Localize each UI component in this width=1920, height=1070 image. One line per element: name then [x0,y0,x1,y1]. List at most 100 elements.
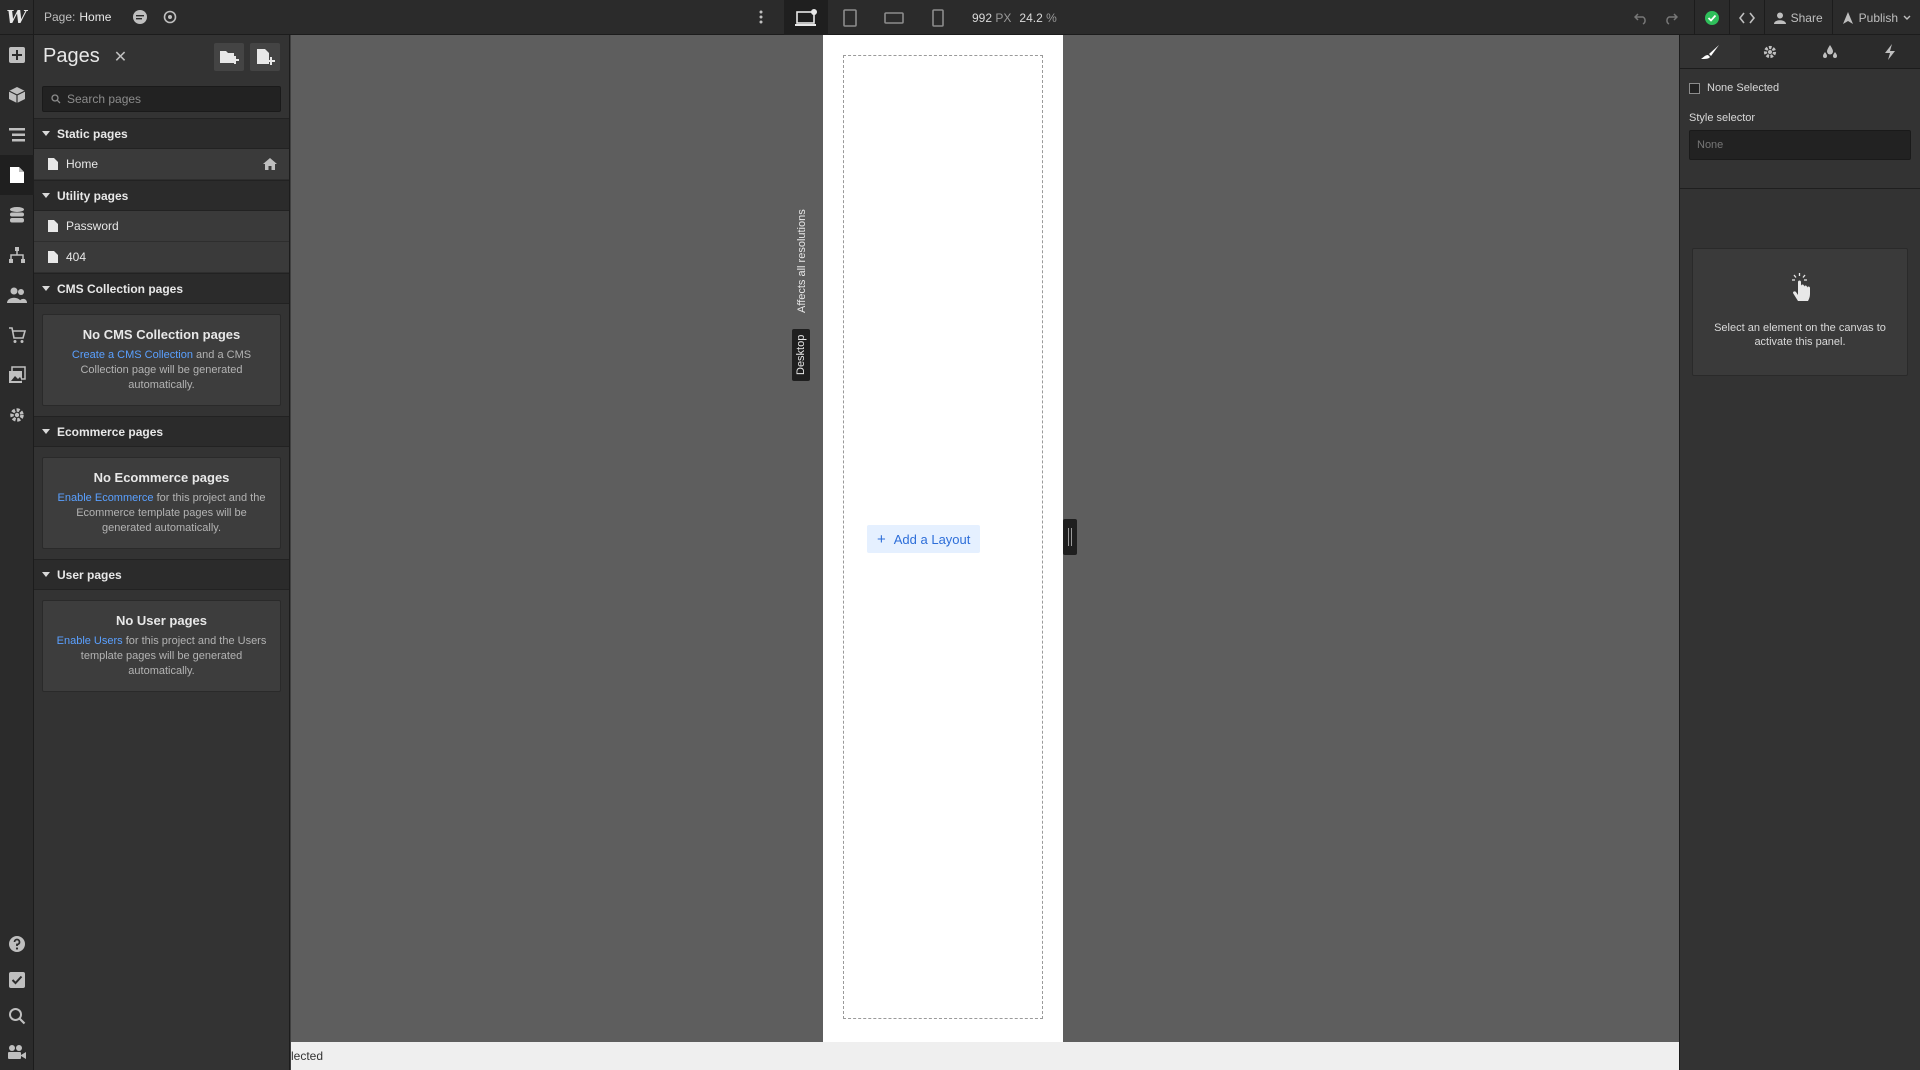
add-folder-icon [220,50,239,64]
style-selector-value: None [1697,139,1724,151]
desktop-breakpoint-label: Desktop [792,328,810,381]
undo-icon[interactable] [1626,0,1656,35]
top-bar: W Page: Home 992 PX 24.2 % Share Publish [0,0,1920,35]
pages-panel-title: Pages [43,45,100,67]
add-page-button[interactable] [250,42,280,71]
add-page-icon [257,48,275,65]
pages-icon[interactable] [0,155,34,195]
section-title: Static pages [57,126,128,141]
page-frame[interactable]: + Add a Layout [823,35,1063,1042]
user-pages-header[interactable]: User pages [34,559,289,590]
video-tutorials-icon[interactable] [0,1034,34,1070]
enable-ecommerce-link[interactable]: Enable Ecommerce [58,492,154,504]
page-icon [48,158,58,170]
settings-gear-icon[interactable] [0,395,34,435]
page-name: Home [79,10,112,24]
logic-icon[interactable] [0,235,34,275]
assets-icon[interactable] [0,355,34,395]
status-bar: lected [291,1042,1679,1070]
zoom-unit: % [1046,10,1057,25]
tab-settings[interactable] [1740,35,1800,68]
section-title: User pages [57,567,122,582]
code-export-icon[interactable] [1728,0,1764,35]
cms-pages-header[interactable]: CMS Collection pages [34,273,289,304]
page-icon [48,220,58,232]
mobile-portrait-breakpoint-icon[interactable] [916,0,960,35]
search-pages-input[interactable] [67,92,267,106]
page-row-password[interactable]: Password [34,211,289,242]
add-layout-label: Add a Layout [893,531,971,547]
tab-style[interactable] [1680,35,1740,68]
audit-checklist-icon[interactable] [0,962,34,998]
width-unit: PX [995,10,1012,25]
pages-panel-header: Pages ✕ [34,35,289,78]
add-elements-icon[interactable] [0,35,34,75]
empty-title: No CMS Collection pages [82,327,241,342]
design-canvas[interactable]: Affects all resolutions Desktop + Add a … [291,35,1679,1042]
caret-down-icon [42,572,50,577]
redo-icon[interactable] [1656,0,1686,35]
pages-panel-actions [214,42,280,71]
empty-text: Enable Users for this project and the Us… [53,634,270,679]
add-layout-button[interactable]: + Add a Layout [867,525,981,553]
status-text: lected [291,1049,324,1063]
page-row-404[interactable]: 404 [34,242,289,273]
utility-pages-header[interactable]: Utility pages [34,180,289,211]
users-icon[interactable] [0,275,34,315]
divider [1680,188,1920,189]
empty-title: No User pages [115,613,208,628]
pages-panel: Pages ✕ Static pages Home Utility pages … [34,35,290,1070]
mobile-landscape-breakpoint-icon[interactable] [872,0,916,35]
page-indicator[interactable]: Page: Home [44,10,111,24]
caret-down-icon [42,429,50,434]
cms-icon[interactable] [0,195,34,235]
comments-icon[interactable] [125,0,155,35]
publish-status-icon[interactable] [1693,0,1729,35]
style-selector-input[interactable]: None [1689,130,1911,160]
chevron-down-icon [1903,15,1911,20]
none-selected-checkbox[interactable] [1689,82,1700,94]
static-pages-header[interactable]: Static pages [34,118,289,149]
top-right-actions: Share Publish [1626,0,1920,35]
close-icon[interactable]: ✕ [114,47,127,67]
left-toolbar-bottom [0,926,34,1070]
none-selected-label: None Selected [1707,82,1780,94]
publish-button[interactable]: Publish [1831,0,1920,35]
page-row-home[interactable]: Home [34,149,289,180]
home-icon [263,158,277,170]
none-selected-row[interactable]: None Selected [1680,69,1920,102]
ecommerce-pages-header[interactable]: Ecommerce pages [34,416,289,447]
symbols-icon[interactable] [0,75,34,115]
ecommerce-icon[interactable] [0,315,34,355]
right-panel-tabs [1680,35,1920,69]
empty-text: Enable Ecommerce for this project and th… [53,491,270,536]
search-icon[interactable] [0,998,34,1034]
page-label: Page: [44,10,76,24]
search-pages-field[interactable] [42,86,281,112]
caret-down-icon [42,193,50,198]
page-row-label: 404 [66,250,87,264]
cms-empty-state: No CMS Collection pages Create a CMS Col… [42,314,281,406]
share-label: Share [1790,10,1823,25]
desktop-breakpoint-icon[interactable] [784,0,828,35]
tab-style-manager[interactable] [1800,35,1860,68]
enable-users-link[interactable]: Enable Users [57,635,123,647]
preview-icon[interactable] [155,0,185,35]
more-options-icon[interactable] [746,0,776,35]
create-cms-collection-link[interactable]: Create a CMS Collection [72,349,193,361]
add-folder-button[interactable] [214,42,244,71]
plus-icon: + [877,530,886,548]
webflow-logo[interactable]: W [0,0,34,35]
left-toolbar [0,35,34,1070]
help-icon[interactable] [0,926,34,962]
activate-panel-text: Select an element on the canvas to activ… [1714,322,1886,348]
section-title: Utility pages [57,188,129,203]
share-button[interactable]: Share [1763,0,1832,35]
paintbrush-icon [1701,44,1719,59]
navigator-icon[interactable] [0,115,34,155]
canvas-resize-handle[interactable] [1063,519,1077,555]
tab-interactions[interactable] [1860,35,1920,68]
canvas-dimensions: 992 PX 24.2 % [972,11,1057,25]
breakpoint-switcher: 992 PX 24.2 % [784,0,1057,35]
tablet-breakpoint-icon[interactable] [828,0,872,35]
